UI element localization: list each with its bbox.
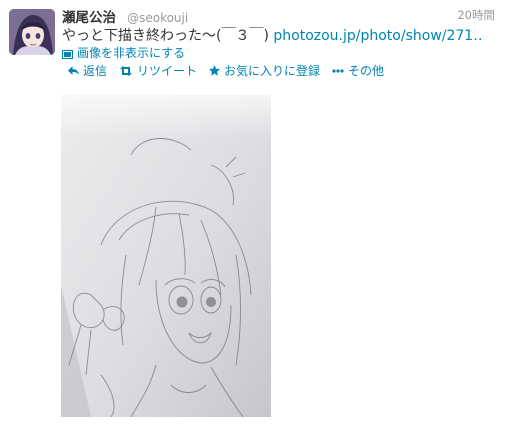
tweet-actions: 返信 リツイート お気に入りに登録 その他: [68, 62, 384, 79]
favorite-label: お気に入りに登録: [224, 64, 321, 78]
tweet-body: やっと下描き終わった〜(￣３￣): [62, 28, 274, 44]
display-name[interactable]: 瀬尾公治: [62, 10, 116, 26]
more-label: その他: [348, 64, 385, 78]
tweet: 瀬尾公治 @seokouji 20時間 やっと下描き終わった〜(￣３￣) pho…: [0, 0, 505, 427]
star-icon: [209, 65, 221, 76]
username[interactable]: @seokouji: [127, 11, 188, 25]
reply-label: 返信: [83, 64, 108, 78]
retweet-icon: [120, 65, 133, 76]
retweet-button[interactable]: リツイート: [119, 62, 197, 79]
avatar[interactable]: [9, 9, 55, 55]
retweet-label: リツイート: [137, 64, 198, 78]
tweet-header: 瀬尾公治 @seokouji 20時間: [62, 6, 497, 26]
attached-photo[interactable]: [61, 95, 271, 418]
favorite-button[interactable]: お気に入りに登録: [209, 62, 320, 79]
image-icon: [62, 48, 73, 59]
tweet-link[interactable]: photozou.jp/photo/show/271…: [273, 28, 482, 44]
reply-icon: [68, 66, 79, 75]
more-button[interactable]: その他: [332, 62, 384, 79]
timestamp[interactable]: 20時間: [457, 7, 495, 23]
hide-media-label: 画像を非表示にする: [77, 46, 186, 60]
reply-button[interactable]: 返信: [68, 62, 107, 79]
hide-media-toggle[interactable]: 画像を非表示にする: [62, 44, 185, 61]
tweet-text: やっと下描き終わった〜(￣３￣) photozou.jp/photo/show/…: [62, 25, 482, 45]
dots-icon: [332, 68, 344, 73]
